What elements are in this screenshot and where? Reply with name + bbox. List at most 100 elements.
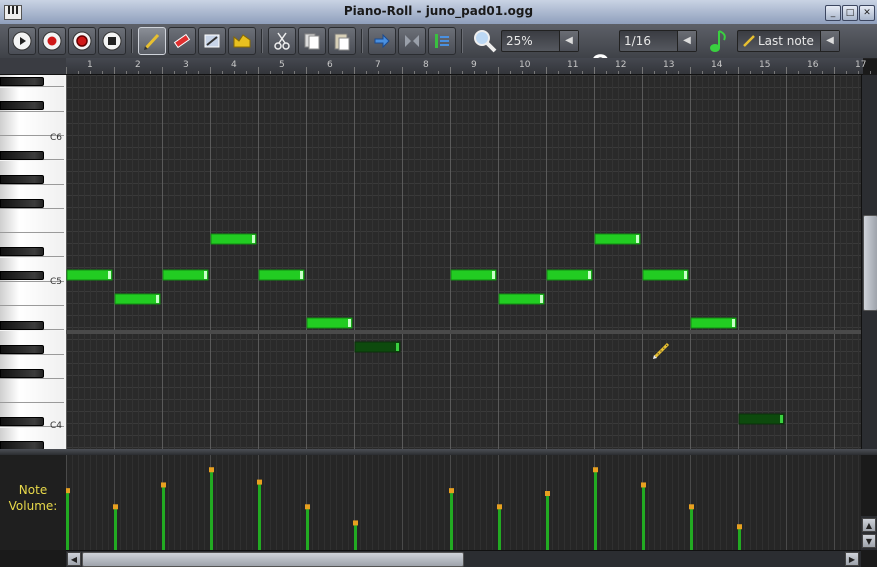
key-octave-label: C6: [49, 133, 62, 143]
note-length-combobox[interactable]: Last note ◀: [737, 30, 840, 52]
stretch-button[interactable]: [368, 27, 396, 55]
note-block[interactable]: [66, 269, 113, 281]
mirror-icon: [405, 35, 419, 47]
note-resize-handle[interactable]: [636, 235, 639, 243]
note-resize-handle[interactable]: [300, 271, 303, 279]
black-key[interactable]: [0, 247, 44, 256]
record-while-playing-button[interactable]: [68, 27, 96, 55]
timeline-ruler[interactable]: 1 2 3 4 5 6 7 8 9 10 11 12 13 14 15 16 17: [66, 58, 871, 75]
note-block[interactable]: [162, 269, 209, 281]
copy-button[interactable]: [298, 27, 326, 55]
chevron-left-icon[interactable]: ◀: [559, 31, 578, 51]
play-button[interactable]: [8, 27, 36, 55]
volume-marker[interactable]: [641, 482, 646, 488]
piano-keyboard[interactable]: C6 C5 C4: [0, 75, 66, 449]
note-resize-handle[interactable]: [396, 343, 399, 351]
ruler-bar-number: 14: [711, 60, 723, 70]
record-play-icon: [72, 31, 92, 51]
ruler-bar-number: 5: [279, 60, 285, 70]
select-mode-button[interactable]: [198, 27, 226, 55]
close-button[interactable]: ✕: [859, 5, 875, 21]
volume-marker[interactable]: [737, 524, 742, 530]
volume-marker[interactable]: [209, 467, 214, 473]
white-key[interactable]: [0, 379, 64, 404]
black-key[interactable]: [0, 321, 44, 330]
note-grid[interactable]: [66, 75, 861, 449]
detune-mode-button[interactable]: [228, 27, 256, 55]
note-resize-handle[interactable]: [156, 295, 159, 303]
quantize-button[interactable]: [428, 27, 456, 55]
note-block[interactable]: [642, 269, 689, 281]
note-block[interactable]: [690, 317, 737, 329]
note-resize-handle[interactable]: [252, 235, 255, 243]
stop-button[interactable]: [98, 27, 126, 55]
white-key[interactable]: [0, 209, 64, 234]
erase-mode-button[interactable]: [168, 27, 196, 55]
black-key[interactable]: [0, 345, 44, 354]
note-block[interactable]: [450, 269, 497, 281]
note-resize-handle[interactable]: [684, 271, 687, 279]
black-key[interactable]: [0, 175, 44, 184]
note-block[interactable]: [114, 293, 161, 305]
scroll-down-button[interactable]: ▼: [862, 534, 876, 548]
draw-mode-button[interactable]: [138, 27, 166, 55]
chevron-left-icon[interactable]: ◀: [677, 31, 696, 51]
black-key[interactable]: [0, 417, 44, 426]
scroll-up-button[interactable]: ▲: [862, 518, 876, 532]
black-key[interactable]: [0, 369, 44, 378]
chevron-left-icon[interactable]: ◀: [820, 31, 839, 51]
quantize-combobox[interactable]: 1/16 ◀: [619, 30, 697, 52]
scroll-left-button[interactable]: ◀: [67, 552, 81, 566]
note-block[interactable]: [306, 317, 353, 329]
black-key[interactable]: [0, 441, 44, 449]
note-resize-handle[interactable]: [108, 271, 111, 279]
note-resize-handle[interactable]: [780, 415, 783, 423]
note-resize-handle[interactable]: [348, 319, 351, 327]
ruler-bar-number: 13: [663, 60, 675, 70]
black-key[interactable]: [0, 77, 44, 86]
note-block[interactable]: [594, 233, 641, 245]
vertical-scrollbar-thumb[interactable]: [863, 215, 877, 311]
volume-marker[interactable]: [353, 520, 358, 526]
black-key[interactable]: [0, 101, 44, 110]
note-resize-handle[interactable]: [492, 271, 495, 279]
maximize-button[interactable]: □: [842, 5, 858, 21]
eraser-icon: [173, 33, 191, 49]
paste-button[interactable]: [328, 27, 356, 55]
note-resize-handle[interactable]: [732, 319, 735, 327]
cut-button[interactable]: [268, 27, 296, 55]
volume-marker[interactable]: [689, 504, 694, 510]
volume-marker[interactable]: [305, 504, 310, 510]
minimize-button[interactable]: _: [825, 5, 841, 21]
note-resize-handle[interactable]: [588, 271, 591, 279]
horizontal-scrollbar[interactable]: ◀ ▶: [66, 550, 861, 567]
volume-marker[interactable]: [593, 467, 598, 473]
note-block[interactable]: [258, 269, 305, 281]
zoom-combobox[interactable]: 25% ◀: [501, 30, 579, 52]
volume-marker[interactable]: [161, 482, 166, 488]
vertical-scrollbar[interactable]: [861, 75, 877, 449]
volume-marker[interactable]: [113, 504, 118, 510]
note-resize-handle[interactable]: [204, 271, 207, 279]
volume-marker[interactable]: [497, 504, 502, 510]
note-block[interactable]: [546, 269, 593, 281]
volume-marker[interactable]: [66, 488, 70, 494]
horizontal-scrollbar-thumb[interactable]: [82, 552, 464, 567]
ruler-bar-number: 9: [471, 60, 477, 70]
note-block[interactable]: [498, 293, 545, 305]
black-key[interactable]: [0, 151, 44, 160]
reverse-button[interactable]: [398, 27, 426, 55]
black-key[interactable]: [0, 199, 44, 208]
note-block[interactable]: [210, 233, 257, 245]
note-block[interactable]: [738, 413, 785, 425]
volume-marker[interactable]: [257, 479, 262, 485]
note-resize-handle[interactable]: [540, 295, 543, 303]
play-icon: [12, 31, 32, 51]
volume-marker[interactable]: [545, 491, 550, 496]
record-button[interactable]: [38, 27, 66, 55]
volume-marker[interactable]: [449, 488, 454, 494]
scroll-right-button[interactable]: ▶: [845, 552, 859, 566]
note-volume-editor[interactable]: [66, 455, 861, 550]
note-block[interactable]: [354, 341, 401, 353]
black-key[interactable]: [0, 271, 44, 280]
